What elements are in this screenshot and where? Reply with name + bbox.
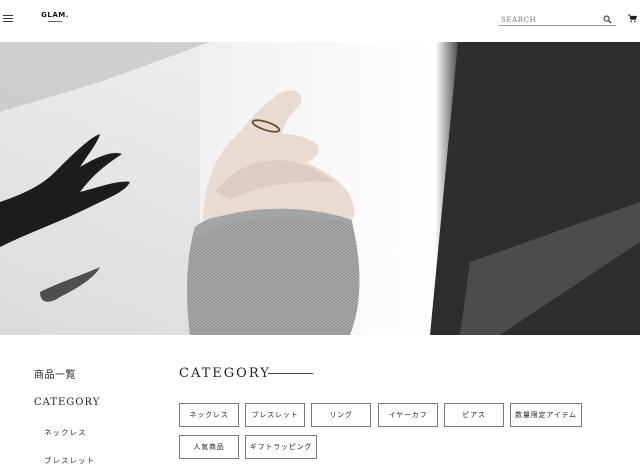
site-header: GLAM.: [0, 0, 640, 42]
site-logo[interactable]: GLAM.: [40, 11, 70, 22]
category-title-rule: [268, 373, 313, 374]
logo-text[interactable]: GLAM.: [40, 11, 70, 19]
search-icon[interactable]: [603, 15, 612, 24]
cart-icon[interactable]: [628, 14, 637, 23]
hero-photo: [0, 42, 640, 335]
category-button-ring[interactable]: リング: [311, 403, 371, 427]
category-button-popular[interactable]: 人気商品: [179, 435, 239, 459]
sidebar-item-necklace[interactable]: ネックレス: [44, 427, 87, 438]
search-bar: [499, 12, 616, 26]
sidebar: 商品一覧 CATEGORY ネックレス ブレスレット: [0, 335, 170, 471]
search-input[interactable]: [501, 14, 599, 25]
category-button-limited-items[interactable]: 数量限定アイテム: [510, 403, 582, 427]
category-button-pierce[interactable]: ピアス: [444, 403, 504, 427]
sidebar-item-bracelet[interactable]: ブレスレット: [44, 455, 95, 466]
sidebar-all-products-link[interactable]: 商品一覧: [34, 366, 76, 381]
sidebar-category-heading: CATEGORY: [34, 397, 101, 408]
category-button-bracelet[interactable]: ブレスレット: [245, 403, 305, 427]
hero-image: [0, 42, 640, 335]
category-button-ear-cuff[interactable]: イヤーカフ: [378, 403, 438, 427]
category-title: CATEGORY: [179, 366, 271, 381]
category-button-gift-wrapping[interactable]: ギフトラッピング: [245, 435, 317, 459]
hamburger-menu-icon[interactable]: [3, 15, 13, 23]
logo-underline: [48, 21, 62, 22]
category-button-necklace[interactable]: ネックレス: [179, 403, 239, 427]
